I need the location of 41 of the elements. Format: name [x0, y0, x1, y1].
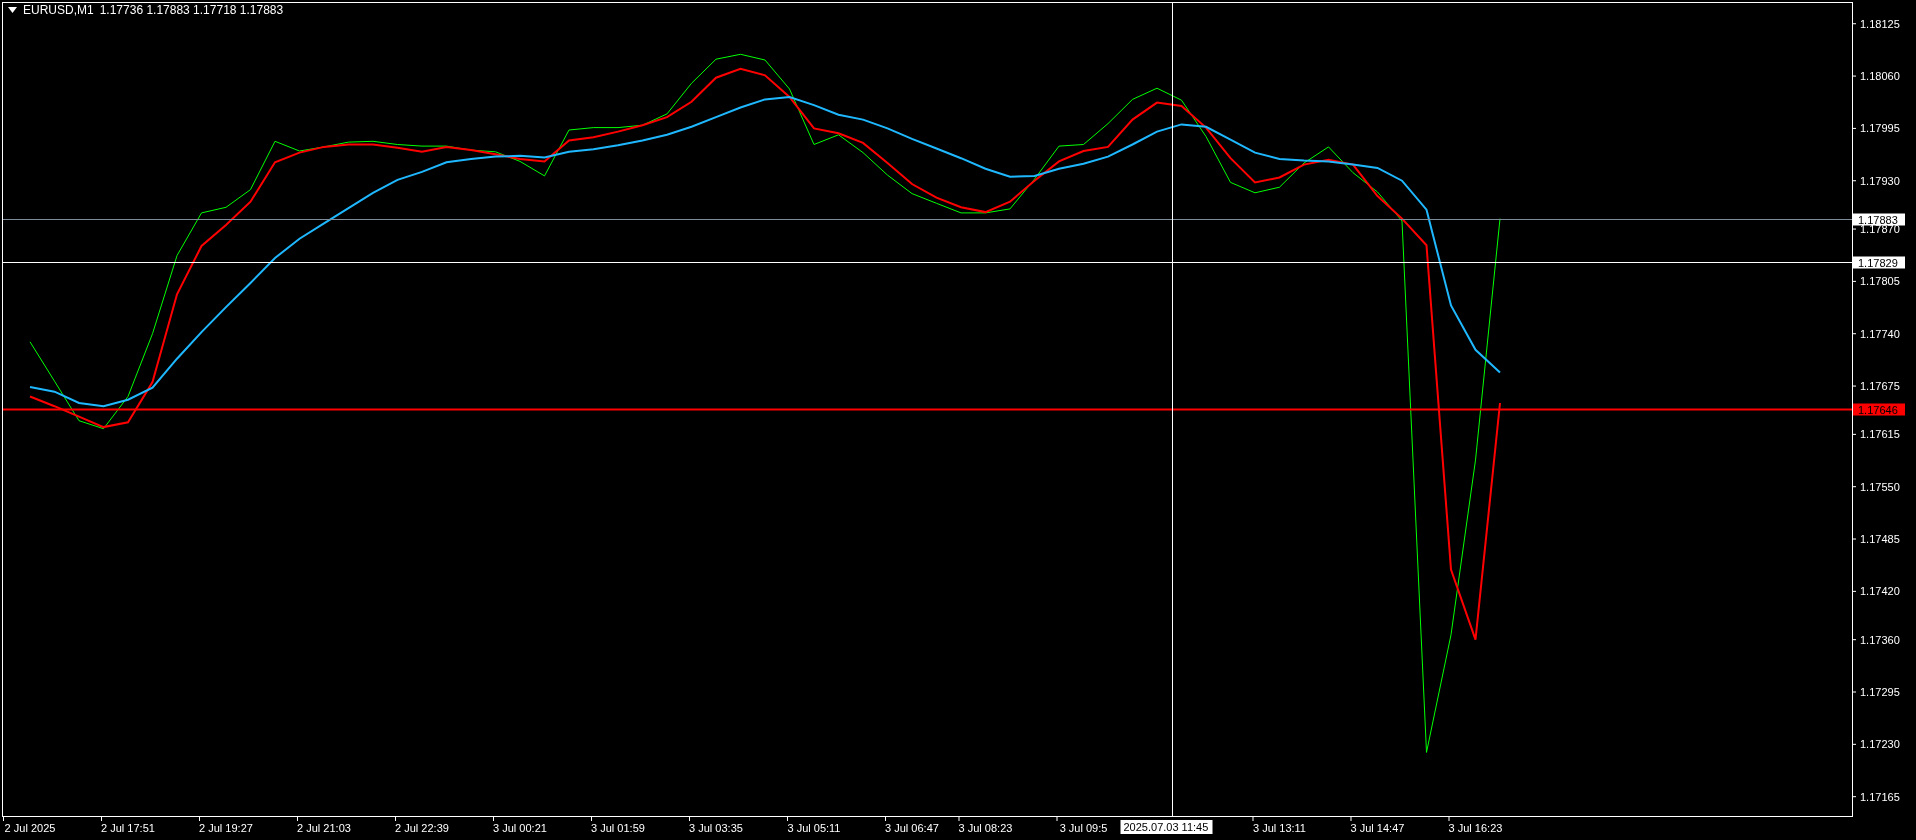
time-axis-label: 3 Jul 14:47	[1350, 822, 1405, 834]
time-axis-label: 2 Jul 2025	[4, 822, 56, 834]
time-axis-label: 3 Jul 09:5	[1059, 822, 1108, 834]
price-axis-label: 1.17615	[1860, 428, 1900, 441]
price-axis-label: 1.17805	[1860, 275, 1900, 288]
price-marker-label: 1.17829	[1853, 256, 1905, 269]
time-axis-label: 2 Jul 19:27	[199, 822, 253, 834]
price-axis-label: 1.17165	[1860, 790, 1900, 803]
price-axis-label: 1.17420	[1860, 585, 1900, 598]
price-axis-label: 1.17550	[1860, 480, 1900, 493]
price-axis-label: 1.17995	[1860, 122, 1900, 135]
ref-line-label: 1.17883	[1858, 213, 1898, 226]
time-marker-label: 2025.07.03 11:45	[1120, 820, 1213, 834]
price-axis-label: 1.17360	[1860, 633, 1900, 646]
time-axis-label: 3 Jul 03:35	[689, 822, 743, 834]
time-axis-label: 3 Jul 08:23	[958, 822, 1013, 834]
price-axis-label: 1.17870	[1860, 223, 1900, 236]
chart-symbol: EURUSD,M1	[23, 3, 94, 17]
dropdown-triangle-icon[interactable]	[8, 7, 17, 13]
price-axis-label: 1.17230	[1860, 738, 1900, 751]
time-axis-label: 2 Jul 17:51	[101, 822, 155, 834]
price-axis-label: 1.17295	[1860, 686, 1900, 698]
price-axis-label: 1.17675	[1860, 380, 1900, 393]
price-axis-label: 1.18125	[1860, 17, 1900, 30]
time-axis-label: 2 Jul 21:03	[297, 822, 351, 834]
price-marker-label: 1.17883	[1853, 213, 1905, 226]
time-axis-label: 3 Jul 01:59	[591, 822, 645, 834]
price-axis-label: 1.17740	[1860, 327, 1900, 340]
price-axis-label: 1.18060	[1860, 70, 1900, 83]
time-axis-label: 3 Jul 13:11	[1253, 822, 1306, 834]
ohlc-values: 1.17736 1.17883 1.17718 1.17883	[99, 3, 284, 17]
time-axis-label: 3 Jul 06:47	[885, 822, 939, 834]
price-marker-label: 1.17646	[1853, 403, 1905, 416]
price-axis-label: 1.17930	[1860, 174, 1900, 187]
price-axis-label: 1.17485	[1860, 533, 1900, 546]
ref-line-label: 1.17646	[1858, 403, 1898, 416]
time-axis-label: 3 Jul 16:23	[1448, 822, 1503, 834]
time-axis-label: 3 Jul 05:11	[787, 822, 841, 834]
ref-line-label: 1.17829	[1858, 256, 1898, 269]
time-axis-label: 3 Jul 00:21	[493, 822, 547, 834]
time-axis-label: 2 Jul 22:39	[395, 822, 449, 834]
